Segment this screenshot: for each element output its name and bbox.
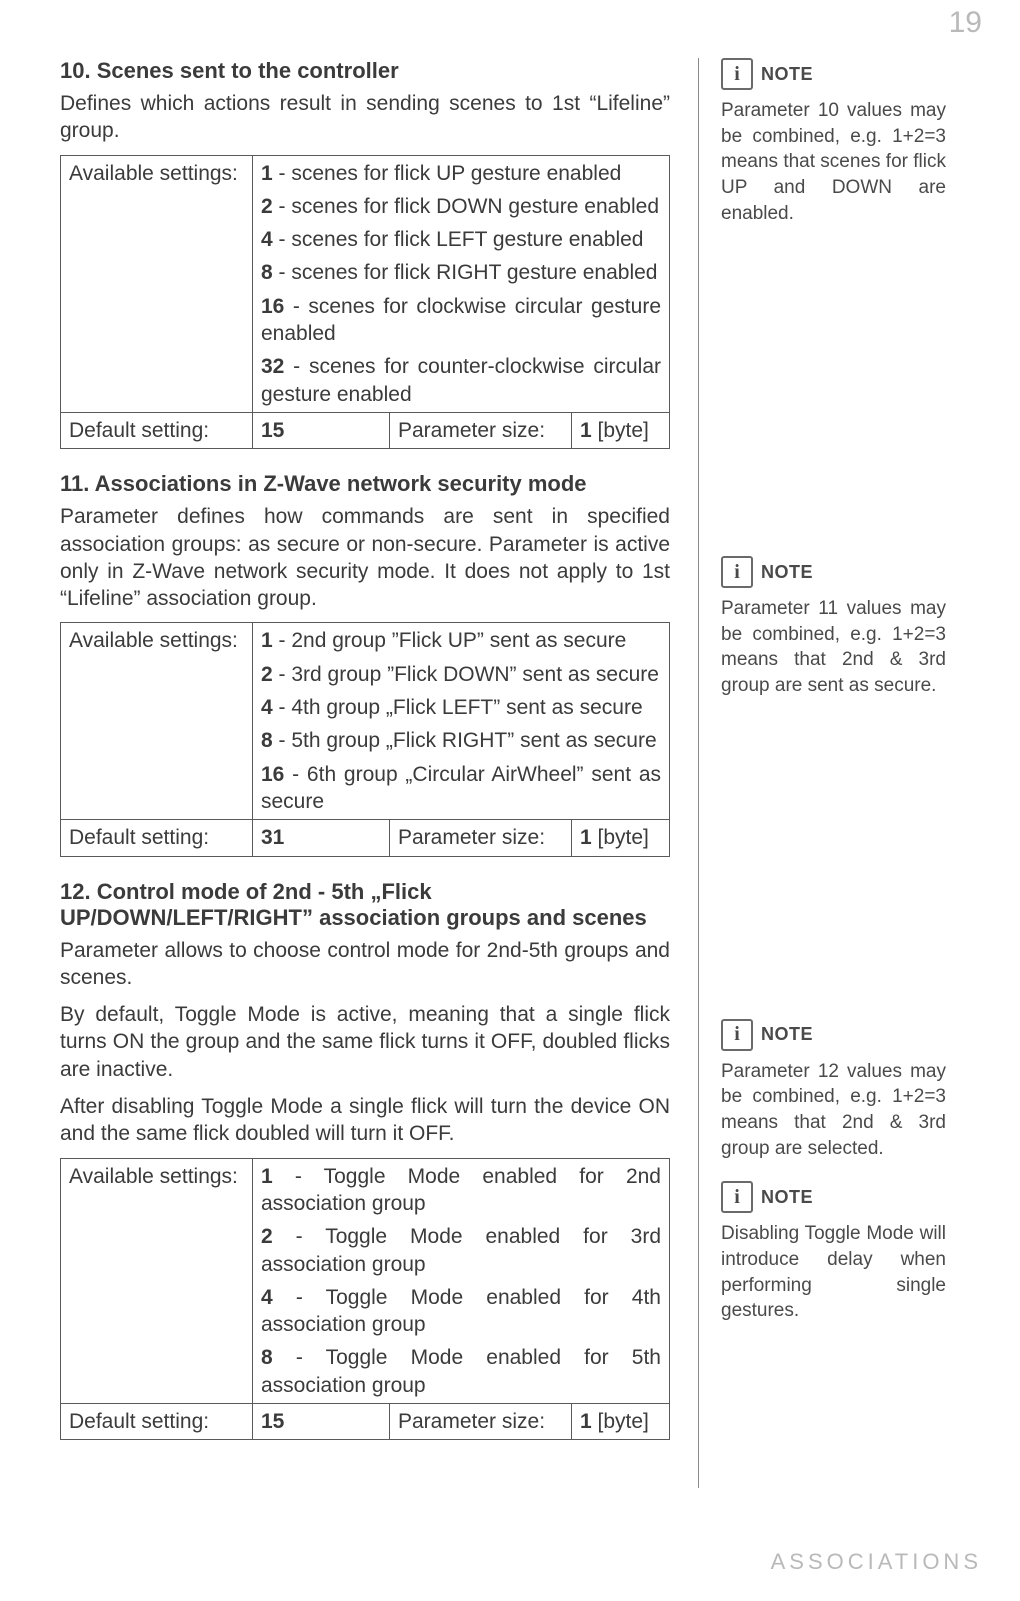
label-parameter-size: Parameter size: bbox=[390, 412, 572, 448]
info-icon: i bbox=[721, 58, 753, 90]
note-2: i NOTE Parameter 11 values may be combin… bbox=[721, 556, 946, 699]
note-1-text: Parameter 10 values may be combined, e.g… bbox=[721, 98, 946, 226]
note-label: NOTE bbox=[761, 1187, 813, 1208]
note-1: i NOTE Parameter 10 values may be combin… bbox=[721, 58, 946, 226]
note-4: i NOTE Disabling Toggle Mode will introd… bbox=[721, 1181, 946, 1324]
section-12-p1: Parameter allows to choose control mode … bbox=[60, 937, 670, 992]
page-number: 19 bbox=[949, 6, 982, 40]
label-available-settings: Available settings: bbox=[61, 155, 253, 412]
param-11-default: 31 bbox=[253, 820, 390, 856]
section-12-p3: After disabling Toggle Mode a single fli… bbox=[60, 1093, 670, 1148]
footer-section-name: ASSOCIATIONS bbox=[771, 1549, 982, 1575]
note-label: NOTE bbox=[761, 64, 813, 85]
section-11-title: 11. Associations in Z-Wave network secur… bbox=[60, 471, 670, 497]
label-available-settings: Available settings: bbox=[61, 1158, 253, 1403]
label-available-settings: Available settings: bbox=[61, 623, 253, 820]
sidebar-notes: i NOTE Parameter 10 values may be combin… bbox=[698, 58, 946, 1488]
param-10-size: 1 [byte] bbox=[572, 412, 670, 448]
param-10-options: 1 - scenes for flick UP gesture enabled … bbox=[253, 155, 670, 412]
param-12-default: 15 bbox=[253, 1403, 390, 1439]
label-parameter-size: Parameter size: bbox=[390, 820, 572, 856]
section-10-desc: Defines which actions result in sending … bbox=[60, 90, 670, 145]
info-icon: i bbox=[721, 1019, 753, 1051]
note-4-text: Disabling Toggle Mode will introduce del… bbox=[721, 1221, 946, 1324]
note-label: NOTE bbox=[761, 1024, 813, 1045]
note-2-text: Parameter 11 values may be combined, e.g… bbox=[721, 596, 946, 699]
section-12-p2: By default, Toggle Mode is active, meani… bbox=[60, 1001, 670, 1083]
label-default-setting: Default setting: bbox=[61, 412, 253, 448]
param-11-table: Available settings: 1 - 2nd group ”Flick… bbox=[60, 622, 670, 856]
param-12-size: 1 [byte] bbox=[572, 1403, 670, 1439]
param-11-options: 1 - 2nd group ”Flick UP” sent as secure … bbox=[253, 623, 670, 820]
label-parameter-size: Parameter size: bbox=[390, 1403, 572, 1439]
label-default-setting: Default setting: bbox=[61, 820, 253, 856]
param-10-table: Available settings: 1 - scenes for flick… bbox=[60, 155, 670, 450]
main-column: 10. Scenes sent to the controller Define… bbox=[60, 58, 670, 1488]
section-12-title: 12. Control mode of 2nd - 5th „Flick UP/… bbox=[60, 879, 670, 931]
note-3-text: Parameter 12 values may be combined, e.g… bbox=[721, 1059, 946, 1162]
label-default-setting: Default setting: bbox=[61, 1403, 253, 1439]
page-body: 10. Scenes sent to the controller Define… bbox=[60, 58, 960, 1488]
info-icon: i bbox=[721, 556, 753, 588]
param-10-default: 15 bbox=[253, 412, 390, 448]
note-3: i NOTE Parameter 12 values may be combin… bbox=[721, 1019, 946, 1162]
param-12-table: Available settings: 1 - Toggle Mode enab… bbox=[60, 1158, 670, 1441]
param-11-size: 1 [byte] bbox=[572, 820, 670, 856]
section-11-desc: Parameter defines how commands are sent … bbox=[60, 503, 670, 612]
note-label: NOTE bbox=[761, 562, 813, 583]
param-12-options: 1 - Toggle Mode enabled for 2nd associat… bbox=[253, 1158, 670, 1403]
info-icon: i bbox=[721, 1181, 753, 1213]
section-10-title: 10. Scenes sent to the controller bbox=[60, 58, 670, 84]
